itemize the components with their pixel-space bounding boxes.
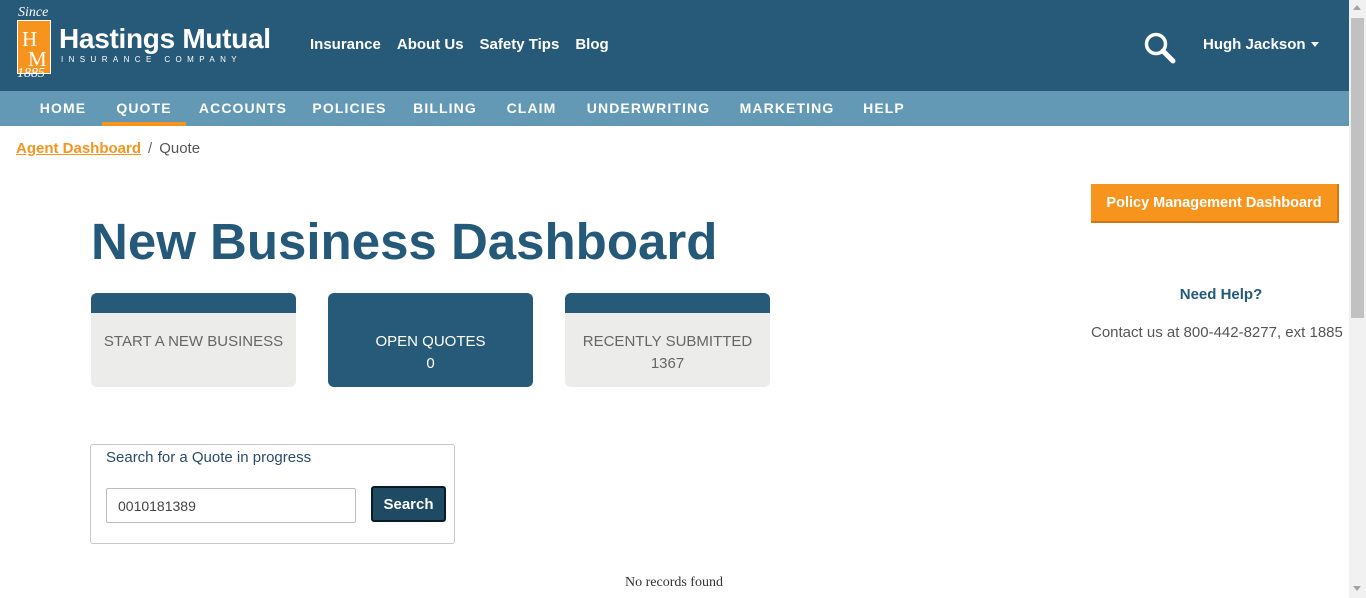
policy-management-dashboard-button[interactable]: Policy Management Dashboard <box>1091 184 1339 223</box>
tile-band <box>565 293 770 313</box>
page-title: New Business Dashboard <box>91 213 718 270</box>
main-nav: HOME QUOTE ACCOUNTS POLICIES BILLING CLA… <box>0 91 1349 126</box>
scroll-up-icon[interactable] <box>1353 5 1361 10</box>
tile-label: RECENTLY SUBMITTED <box>582 333 753 350</box>
user-menu[interactable]: Hugh Jackson <box>1203 36 1319 53</box>
nav-policies[interactable]: POLICIES <box>300 91 399 126</box>
top-nav-blog[interactable]: Blog <box>575 36 608 53</box>
logo-subtitle: INSURANCE COMPANY <box>61 55 242 64</box>
logo-year: 1885 <box>17 66 45 81</box>
logo-since: Since <box>18 5 49 20</box>
page-scrollbar[interactable] <box>1349 0 1366 598</box>
search-button[interactable]: Search <box>371 486 446 522</box>
top-nav: Insurance About Us Safety Tips Blog <box>310 36 609 53</box>
tile-label: OPEN QUOTES <box>375 333 486 350</box>
tile-label: START A NEW BUSINESS <box>103 333 284 350</box>
quote-search-input[interactable] <box>106 488 356 523</box>
nav-billing[interactable]: BILLING <box>399 91 491 126</box>
start-new-business-tile[interactable]: START A NEW BUSINESS <box>91 293 296 387</box>
top-nav-safety-tips[interactable]: Safety Tips <box>480 36 560 53</box>
logo-name: Hastings Mutual <box>59 23 271 54</box>
breadcrumb-separator: / <box>148 140 153 157</box>
open-quotes-tile[interactable]: OPEN QUOTES 0 <box>328 293 533 387</box>
breadcrumb-current: Quote <box>159 140 201 157</box>
nav-claim[interactable]: CLAIM <box>491 91 572 126</box>
nav-help[interactable]: HELP <box>849 91 919 126</box>
scroll-down-icon[interactable] <box>1353 586 1361 591</box>
recently-submitted-tile[interactable]: RECENTLY SUBMITTED 1367 <box>565 293 770 387</box>
company-logo[interactable]: Since H M 1885 Hastings Mutual INSURANCE… <box>14 5 271 86</box>
site-header: Since H M 1885 Hastings Mutual INSURANCE… <box>0 0 1349 91</box>
breadcrumb: Agent Dashboard / Quote <box>16 140 200 157</box>
breadcrumb-agent-dashboard[interactable]: Agent Dashboard <box>16 140 141 157</box>
quote-search-legend: Search for a Quote in progress <box>106 449 312 466</box>
search-icon[interactable] <box>1143 31 1177 65</box>
chevron-down-icon <box>1310 42 1319 47</box>
nav-marketing[interactable]: MARKETING <box>725 91 849 126</box>
no-records-message: No records found <box>625 575 723 590</box>
nav-accounts[interactable]: ACCOUNTS <box>186 91 300 126</box>
user-name: Hugh Jackson <box>1203 36 1306 53</box>
tile-band <box>91 293 296 313</box>
quote-search-panel: Search for a Quote in progress Search <box>90 444 455 544</box>
top-nav-insurance[interactable]: Insurance <box>310 36 381 53</box>
nav-quote[interactable]: QUOTE <box>102 91 186 126</box>
top-nav-about-us[interactable]: About Us <box>397 36 464 53</box>
nav-home[interactable]: HOME <box>24 91 102 126</box>
help-contact-text: Contact us at 800-442-8277, ext 1885 <box>1091 324 1343 341</box>
need-help-heading: Need Help? <box>1179 286 1263 303</box>
tile-count: 1367 <box>650 355 685 372</box>
nav-underwriting[interactable]: UNDERWRITING <box>572 91 725 126</box>
tile-count: 0 <box>426 355 435 372</box>
scrollbar-thumb[interactable] <box>1351 18 1364 318</box>
